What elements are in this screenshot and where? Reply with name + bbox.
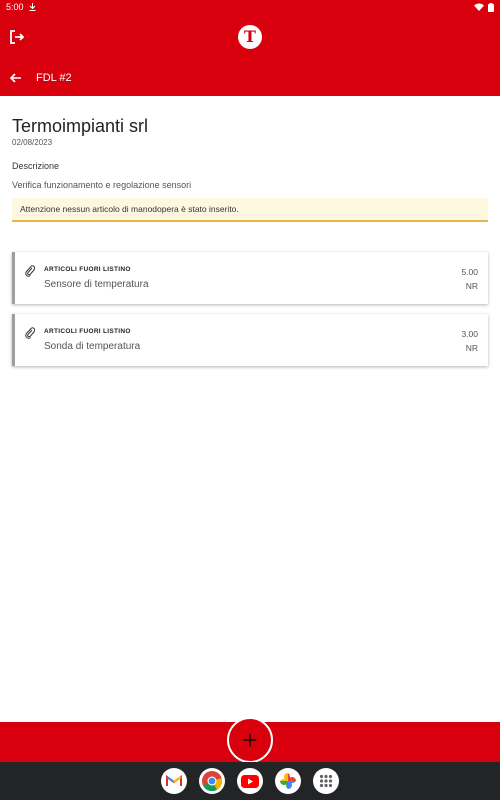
description-label: Descrizione xyxy=(12,161,60,171)
download-icon xyxy=(29,3,36,11)
youtube-icon[interactable] xyxy=(237,768,263,794)
gmail-icon[interactable] xyxy=(161,768,187,794)
apps-icon[interactable] xyxy=(313,768,339,794)
back-arrow-icon[interactable] xyxy=(8,70,24,86)
client-name: Termoimpianti srl xyxy=(12,116,149,136)
article-quantity: 3.00 xyxy=(461,329,478,339)
sub-bar: FDL #2 xyxy=(0,60,500,96)
article-quantity: 5.00 xyxy=(461,267,478,277)
attachment-icon xyxy=(25,265,35,277)
add-item-button[interactable]: + xyxy=(227,717,273,763)
article-card[interactable]: ARTICOLI FUORI LISTINO Sonda di temperat… xyxy=(12,314,488,366)
document-date: 02/08/2023 xyxy=(12,138,53,147)
wifi-icon xyxy=(474,3,484,11)
article-category: ARTICOLI FUORI LISTINO xyxy=(44,266,131,273)
battery-icon xyxy=(488,2,494,12)
article-unit: NR xyxy=(465,343,478,353)
warning-text: Attenzione nessun articolo di manodopera… xyxy=(20,204,239,214)
article-unit: NR xyxy=(465,281,478,291)
article-card[interactable]: ARTICOLI FUORI LISTINO Sensore di temper… xyxy=(12,252,488,304)
logout-icon[interactable] xyxy=(8,28,26,46)
article-name: Sonda di temperatura xyxy=(44,341,141,352)
plus-icon: + xyxy=(242,725,258,755)
article-category: ARTICOLI FUORI LISTINO xyxy=(44,328,131,335)
logo-letter: T xyxy=(244,27,256,46)
status-time: 5:00 xyxy=(6,2,24,12)
app-screen: 5:00 T FDL #2 Termoimpianti srl 02/08/20… xyxy=(0,0,500,800)
brand-logo: T xyxy=(238,25,262,49)
page-title: FDL #2 xyxy=(36,72,72,84)
app-bar: T xyxy=(0,14,500,60)
description-text: Verifica funzionamento e regolazione sen… xyxy=(12,180,192,190)
article-name: Sensore di temperatura xyxy=(44,279,149,290)
chrome-icon[interactable] xyxy=(199,768,225,794)
attachment-icon xyxy=(25,327,35,339)
status-bar: 5:00 xyxy=(0,0,500,14)
system-dock xyxy=(0,762,500,800)
warning-banner: Attenzione nessun articolo di manodopera… xyxy=(12,198,488,222)
photos-icon[interactable] xyxy=(275,768,301,794)
